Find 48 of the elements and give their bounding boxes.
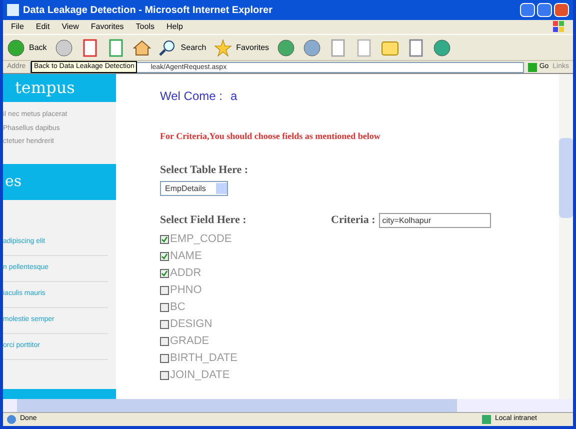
table-select[interactable]: EmpDetails	[160, 181, 228, 196]
home-icon[interactable]	[132, 38, 151, 56]
sidebar-header: es	[3, 164, 116, 200]
horizontal-scrollbar[interactable]	[3, 399, 573, 412]
criteria-field[interactable]: city=Kolhapur	[379, 212, 492, 228]
windows-logo-icon	[553, 21, 565, 33]
user-name: a	[230, 88, 238, 105]
checkbox[interactable]	[160, 302, 169, 312]
field-name: NAME	[170, 248, 202, 264]
criteria-notice: For Criteria,You should choose fields as mentioned below	[160, 130, 382, 143]
search-icon[interactable]	[158, 38, 177, 56]
field-name: DESIGN	[170, 316, 212, 332]
checkbox[interactable]	[160, 286, 169, 294]
browser-icon	[7, 4, 19, 16]
field-name: ADDR	[170, 266, 202, 281]
maximize-button[interactable]	[537, 3, 552, 17]
menu-item[interactable]: Help	[166, 21, 183, 33]
criteria-label: Criteria :	[331, 213, 376, 228]
star-icon[interactable]	[214, 38, 232, 56]
back-button[interactable]: Back	[7, 38, 47, 56]
field-label: Select Field Here :	[160, 213, 248, 228]
table-label: Select Table Here :	[160, 162, 250, 178]
vertical-scrollbar[interactable]	[559, 74, 573, 399]
close-button[interactable]	[554, 3, 569, 17]
checkbox[interactable]	[160, 354, 169, 362]
favorites-button[interactable]: Favorites	[214, 38, 270, 56]
checkbox[interactable]	[160, 268, 169, 278]
search-button[interactable]: Search	[158, 38, 206, 56]
checkbox[interactable]	[160, 370, 169, 380]
checkbox[interactable]	[160, 252, 169, 260]
sidebar-header: tempus	[3, 74, 116, 102]
menu-item[interactable]: Edit	[36, 21, 50, 33]
menu-item[interactable]: Favorites	[90, 21, 124, 33]
checkbox[interactable]	[160, 320, 169, 328]
welcome-text: Wel Come :	[160, 88, 222, 105]
field-name: GRADE	[170, 334, 210, 349]
checkbox[interactable]	[160, 336, 169, 346]
menu-item[interactable]: File	[11, 21, 24, 33]
window-title: Data Leakage Detection - Microsoft Internet Explorer	[23, 4, 273, 18]
minimize-button[interactable]	[520, 3, 535, 17]
menu-item[interactable]: Tools	[136, 21, 154, 33]
field-name: EMP_CODE	[170, 232, 232, 247]
checkbox[interactable]	[160, 234, 169, 244]
menu-item[interactable]: View	[62, 21, 79, 33]
field-name: PHNO	[170, 282, 202, 298]
field-name: BC	[170, 300, 186, 315]
field-name: BIRTH_DATE	[170, 350, 238, 366]
field-name: JOIN_DATE	[170, 368, 230, 383]
